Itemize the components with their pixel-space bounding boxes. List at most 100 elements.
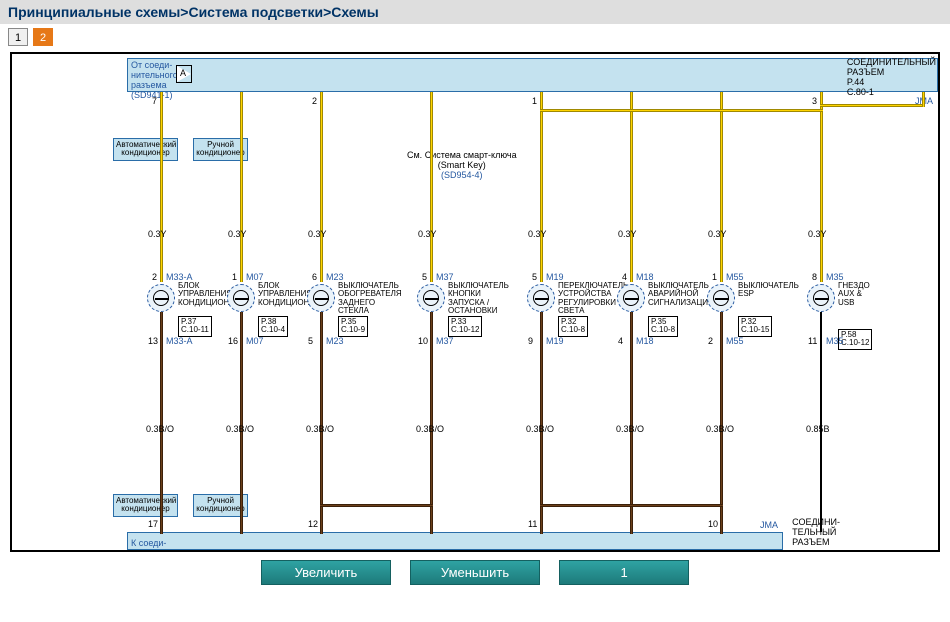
bus-dest-label: К соеди- [131, 538, 166, 548]
wire-ground-2 [320, 312, 323, 534]
wire-yellow-2 [320, 92, 323, 282]
wire-ground-4 [540, 312, 543, 534]
pin-node-b-6: 2 [708, 336, 713, 346]
wire-brown-h-2 [630, 504, 723, 507]
pin-bus-b-4: 11 [528, 519, 537, 529]
ref-6: P.32C.10-15 [738, 316, 772, 337]
wire-ground-3 [430, 312, 433, 534]
wire-yellow-h-0 [540, 109, 633, 112]
code-bot-3: M37 [436, 336, 454, 346]
code-bot-0: M33-A [166, 336, 193, 346]
auto-ac-top: Автоматическийкондиционер [113, 138, 178, 161]
pin-node-b-7: 11 [808, 336, 817, 346]
ref-4: P.32C.10-8 [558, 316, 588, 337]
code-bot-7: M35 [826, 336, 844, 346]
wire-ground-5 [630, 312, 633, 534]
component-node-0 [147, 284, 175, 312]
wire-brown-h-1 [540, 504, 633, 507]
component-node-6 [707, 284, 735, 312]
wire-brown-h-0 [320, 504, 433, 507]
tabs: 1 2 [0, 24, 950, 50]
code-bot-2: M23 [326, 336, 344, 346]
pin-node-b-0: 13 [148, 336, 158, 346]
gauge-top-5: 0.3Y [618, 229, 637, 239]
zoom-in-button[interactable]: Увеличить [261, 560, 391, 585]
pin-top-4: 1 [532, 96, 537, 106]
gauge-top-4: 0.3Y [528, 229, 547, 239]
ref-1: P.38C.10-4 [258, 316, 288, 337]
code-bot-1: M07 [246, 336, 264, 346]
pin-node-0: 2 [152, 272, 157, 282]
wire-ground-7 [820, 312, 822, 532]
breadcrumb: Принципиальные схемы>Система подсветки>С… [0, 0, 950, 24]
amp-label: A [180, 68, 186, 78]
gauge-bot-5: 0.3B/O [616, 424, 644, 434]
gauge-bot-2: 0.3B/O [306, 424, 334, 434]
gauge-top-1: 0.3Y [228, 229, 247, 239]
gauge-top-6: 0.3Y [708, 229, 727, 239]
gauge-top-7: 0.3Y [808, 229, 827, 239]
component-name-2: ВЫКЛЮЧАТЕЛЬОБОГРЕВАТЕЛЯЗАДНЕГО СТЕКЛА [338, 282, 408, 316]
ref-0: P.37C.10-11 [178, 316, 212, 337]
gauge-bot-3: 0.3B/O [416, 424, 444, 434]
wire-yellow-h-2 [720, 109, 823, 112]
pin-top-7: 3 [812, 96, 817, 106]
pin-node-4: 5 [532, 272, 537, 282]
wire-yellow-6 [720, 92, 723, 282]
gauge-bot-7: 0.85B [806, 424, 830, 434]
wire-yellow-4 [540, 92, 543, 282]
control-bar: Увеличить Уменьшить 1 [0, 554, 950, 591]
gauge-top-2: 0.3Y [308, 229, 327, 239]
wire-ground-0 [160, 312, 163, 534]
pin-bus-b-2: 12 [308, 519, 318, 529]
pin-node-2: 6 [312, 272, 317, 282]
connector-bottom-label: СОЕДИНИ-ТЕЛЬНЫЙРАЗЪЕМ [792, 518, 840, 548]
pin-node-b-4: 9 [528, 336, 533, 346]
tab-1[interactable]: 1 [8, 28, 28, 46]
gauge-top-0: 0.3Y [148, 229, 167, 239]
pin-bus-b-6: 10 [708, 519, 718, 529]
ref-2: P.35C.10-9 [338, 316, 368, 337]
component-node-1 [227, 284, 255, 312]
pin-node-b-1: 16 [228, 336, 238, 346]
pin-node-6: 1 [712, 272, 717, 282]
pin-node-b-5: 4 [618, 336, 623, 346]
pin-node-b-3: 10 [418, 336, 428, 346]
smart-key-label: См. Система смарт-ключа(Smart Key)(SD954… [407, 150, 517, 180]
gauge-bot-0: 0.3B/O [146, 424, 174, 434]
code-bot-6: M55 [726, 336, 744, 346]
wire-yellow-1 [240, 92, 243, 282]
tab-2[interactable]: 2 [33, 28, 53, 46]
code-bot-4: M19 [546, 336, 564, 346]
pin-node-5: 4 [622, 272, 627, 282]
ref-3: P.33C.10-12 [448, 316, 482, 337]
gauge-bot-4: 0.3B/O [526, 424, 554, 434]
wire-yellow-7 [820, 92, 823, 282]
pin-node-b-2: 5 [308, 336, 313, 346]
pin-node-3: 5 [422, 272, 427, 282]
wire-ground-6 [720, 312, 723, 534]
component-node-2 [307, 284, 335, 312]
wire-yellow-right [922, 92, 925, 107]
pin-node-7: 8 [812, 272, 817, 282]
wire-yellow-5 [630, 92, 633, 282]
zoom-out-button[interactable]: Уменьшить [410, 560, 540, 585]
top-bus [127, 58, 938, 92]
wire-yellow-0 [160, 92, 163, 282]
auto-ac-bot: Автоматическийкондиционер [113, 494, 178, 517]
wire-yellow-h-3 [820, 104, 925, 107]
diagram-container: От соеди- нительного разъема (SD941-1) A… [10, 52, 940, 552]
gauge-bot-1: 0.3B/O [226, 424, 254, 434]
component-name-3: ВЫКЛЮЧАТЕЛЬКНОПКИЗАПУСКА /ОСТАНОВКИ [448, 282, 518, 316]
pin-node-1: 1 [232, 272, 237, 282]
component-name-6: ВЫКЛЮЧАТЕЛЬESP [738, 282, 808, 299]
gauge-top-3: 0.3Y [418, 229, 437, 239]
component-node-3 [417, 284, 445, 312]
page-button[interactable]: 1 [559, 560, 689, 585]
wiring-diagram: От соеди- нительного разъема (SD941-1) A… [12, 54, 938, 550]
gauge-bot-6: 0.3B/O [706, 424, 734, 434]
bus-source-label: От соеди- нительного разъема (SD941-1) [131, 60, 178, 100]
code-bot-5: M18 [636, 336, 654, 346]
wire-ground-1 [240, 312, 243, 534]
component-node-5 [617, 284, 645, 312]
